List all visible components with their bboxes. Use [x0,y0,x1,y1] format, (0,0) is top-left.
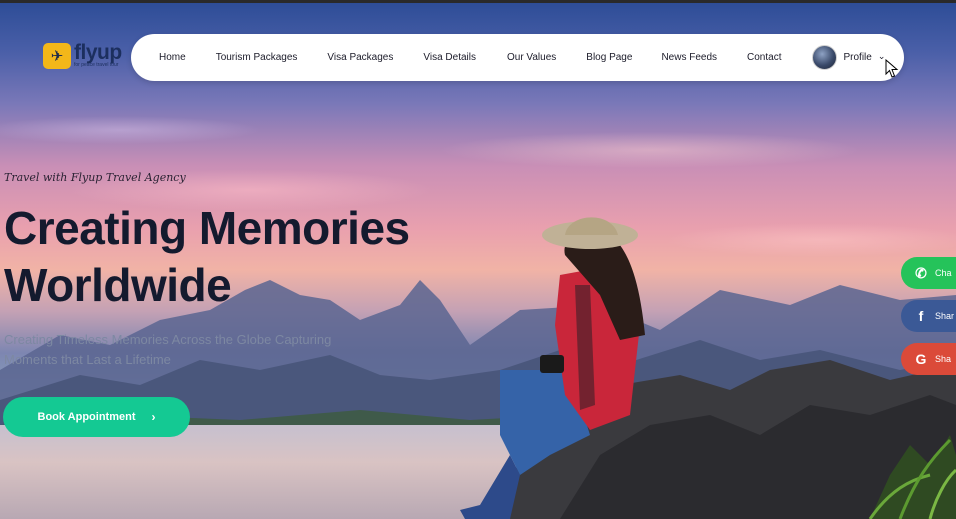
hero-headline: Creating Memories Worldwide [4,200,484,314]
plane-icon: ✈ [43,43,71,69]
nav-item-blog-page[interactable]: Blog Page [586,52,632,63]
facebook-icon: f [918,308,924,324]
nav-item-home[interactable]: Home [159,52,186,63]
whatsapp-label: Cha [935,268,952,278]
headline-line-1: Creating Memories [4,202,410,254]
google-share-button[interactable]: G Sha [901,343,956,375]
profile-label: Profile [843,52,872,63]
hero-tagline: Travel with Flyup Travel Agency [4,171,186,184]
nav-item-news-feeds[interactable]: News Feeds [661,52,717,63]
book-appointment-button[interactable]: Book Appointment › [3,397,190,437]
window-top-border [0,0,956,3]
avatar [812,45,838,70]
nav-item-our-values[interactable]: Our Values [507,52,556,63]
google-label: Sha [935,354,952,364]
logo-wordmark: flyup for peace travel tour [74,40,122,69]
brand-tagline: for peace travel tour [74,61,119,68]
subtext-line-2: Moments that Last a Lifetime [4,352,171,367]
brand-name: flyup [74,40,122,64]
facebook-share-button[interactable]: f Shar [901,300,956,332]
mouse-cursor-icon [885,59,899,78]
whatsapp-icon: ✆ [915,264,927,281]
hero-subtext: Creating Timeless Memories Across the Gl… [4,330,384,370]
whatsapp-chat-button[interactable]: ✆ Cha [901,257,956,289]
grass-decoration [868,438,956,519]
headline-line-2: Worldwide [4,259,232,311]
nav-item-contact[interactable]: Contact [747,52,781,63]
nav-item-visa-packages[interactable]: Visa Packages [327,52,393,63]
chevron-right-icon: › [151,410,156,424]
facebook-label: Shar [935,311,955,321]
main-navigation: Home Tourism Packages Visa Packages Visa… [131,34,904,81]
profile-menu[interactable]: Profile ⌄ [812,45,885,70]
nav-item-tourism-packages[interactable]: Tourism Packages [216,52,298,63]
nav-item-visa-details[interactable]: Visa Details [423,52,476,63]
book-appointment-label: Book Appointment [37,411,136,423]
google-icon: G [915,351,927,367]
subtext-line-1: Creating Timeless Memories Across the Gl… [4,332,332,347]
brand-logo[interactable]: ✈ flyup for peace travel tour [43,40,122,69]
